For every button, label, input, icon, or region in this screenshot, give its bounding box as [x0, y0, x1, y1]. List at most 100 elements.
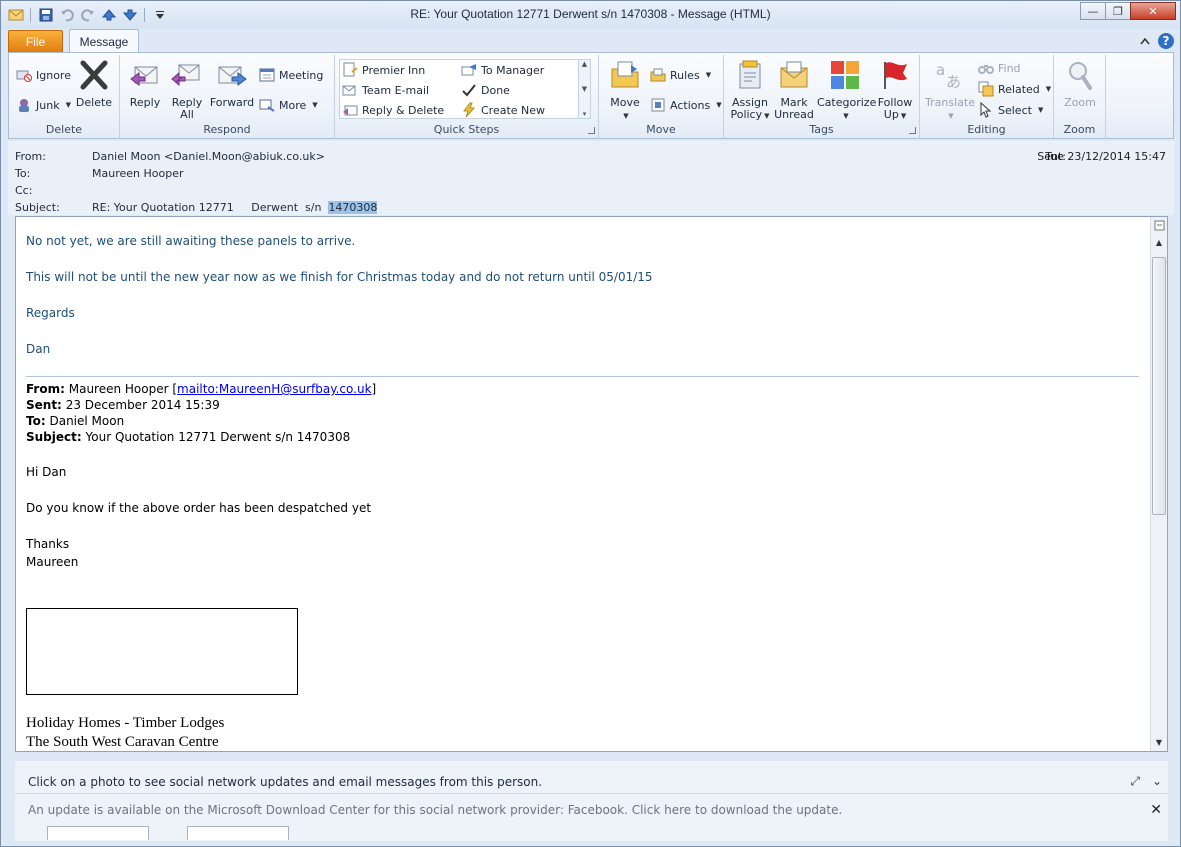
- scrollbar-split-icon[interactable]: [1151, 217, 1167, 234]
- subject-selected-text: 1470308: [328, 201, 378, 214]
- actions-dropdown-icon: ▼: [716, 101, 722, 109]
- reply-all-button[interactable]: Reply All: [168, 59, 206, 121]
- mark-unread-button[interactable]: Mark Unread: [774, 59, 814, 121]
- signature-company-line: The South West Caravan Centre: [26, 734, 219, 750]
- minimize-button[interactable]: —: [1080, 2, 1106, 20]
- people-pane-divider: [15, 793, 1168, 794]
- delete-x-icon: [80, 60, 108, 90]
- quick-steps-group-label: Quick Steps: [433, 123, 500, 136]
- quoted-mailto-link[interactable]: mailto:MaureenH@surfbay.co.uk: [177, 382, 371, 396]
- scrollbar-thumb[interactable]: [1152, 257, 1166, 515]
- quick-step-label: Premier Inn: [362, 63, 426, 77]
- find-label: Find: [998, 61, 1021, 75]
- tab-message[interactable]: Message: [69, 29, 139, 53]
- facebook-update-notice[interactable]: An update is available on the Microsoft …: [28, 803, 842, 817]
- team-email-icon: [342, 85, 356, 96]
- people-tab[interactable]: [47, 826, 149, 840]
- quick-step-premier-inn[interactable]: Premier Inn: [342, 61, 425, 79]
- quick-steps-launcher-icon[interactable]: [588, 127, 595, 134]
- quote-divider: [26, 376, 1139, 377]
- ignore-icon: [16, 70, 32, 82]
- tab-file[interactable]: File: [8, 30, 63, 53]
- zoom-button[interactable]: Zoom: [1058, 59, 1102, 109]
- quick-step-label: Create New: [481, 103, 546, 117]
- collapse-ribbon-icon[interactable]: [1140, 35, 1150, 48]
- rules-dropdown-icon: ▼: [705, 71, 712, 79]
- quick-step-reply-delete[interactable]: Reply & Delete: [342, 101, 444, 119]
- translate-dropdown-icon: ▼: [948, 112, 954, 120]
- expand-pane-icon[interactable]: ⤢: [1130, 774, 1140, 789]
- quoted-signoff: Thanks: [26, 537, 70, 551]
- quick-steps-scroller[interactable]: ▲ ▼ ▾: [578, 60, 590, 118]
- zoom-group: Zoom Zoom: [1054, 55, 1106, 138]
- select-dropdown-icon: ▼: [1037, 106, 1044, 114]
- assign-policy-button[interactable]: Assign Policy ▼: [730, 59, 770, 122]
- more-respond-button[interactable]: More ▼: [259, 96, 318, 114]
- quoted-subject: Subject: Your Quotation 12771 Derwent s/…: [26, 430, 350, 444]
- actions-button[interactable]: Actions ▼: [650, 96, 722, 114]
- reply-icon: [130, 66, 158, 86]
- vertical-scrollbar[interactable]: ▲ ▼: [1150, 217, 1167, 751]
- meeting-button[interactable]: Meeting: [259, 66, 323, 84]
- quick-step-done[interactable]: Done: [461, 81, 510, 99]
- scroll-up-icon[interactable]: ▲: [582, 60, 587, 68]
- quoted-from-close: ]: [371, 382, 377, 396]
- quick-step-team-email[interactable]: Team E-mail: [342, 81, 429, 99]
- subject-value[interactable]: RE: Your Quotation 12771 Derwent s/n 147…: [92, 201, 378, 214]
- tags-group-label: Tags: [809, 123, 834, 136]
- categorize-label: Categorize: [817, 96, 877, 109]
- ignore-button[interactable]: Ignore: [16, 66, 71, 84]
- follow-up-button[interactable]: Follow Up ▼: [876, 59, 914, 122]
- forward-button[interactable]: Forward: [208, 59, 256, 109]
- translate-button[interactable]: aあ Translate ▼: [923, 59, 977, 122]
- related-button[interactable]: Related ▼: [978, 80, 1051, 98]
- quick-step-label: Done: [481, 83, 510, 97]
- to-manager-icon: [461, 64, 476, 76]
- chevron-down-icon[interactable]: ⌄: [1152, 774, 1162, 789]
- quick-step-to-manager[interactable]: To Manager: [461, 61, 544, 79]
- assign-policy-icon: [739, 60, 761, 89]
- more-dropdown-icon: ▼: [312, 101, 318, 109]
- from-value[interactable]: Daniel Moon <Daniel.Moon@abiuk.co.uk>: [92, 150, 325, 163]
- select-button[interactable]: Select ▼: [978, 101, 1043, 119]
- move-group-label: Move: [646, 123, 676, 136]
- close-button[interactable]: ✕: [1130, 2, 1176, 20]
- assign-policy-label-2: Policy: [730, 108, 763, 121]
- window-title: RE: Your Quotation 12771 Derwent s/n 147…: [410, 7, 771, 21]
- rules-button[interactable]: Rules ▼: [650, 66, 711, 84]
- delete-group-label: Delete: [45, 123, 83, 136]
- to-value[interactable]: Maureen Hooper: [92, 167, 184, 180]
- to-label: To:: [15, 167, 31, 180]
- message-body[interactable]: No not yet, we are still awaiting these …: [15, 216, 1168, 752]
- title-bar: RE: Your Quotation 12771 Derwent s/n 147…: [1, 1, 1180, 29]
- window-controls: — ❐ ✕: [1080, 2, 1176, 20]
- expand-gallery-icon[interactable]: ▾: [583, 110, 587, 118]
- people-tab[interactable]: [187, 826, 289, 840]
- categorize-icon: [831, 61, 859, 89]
- translate-label: Translate: [925, 96, 975, 109]
- find-button[interactable]: Find: [978, 59, 1021, 77]
- actions-icon: [651, 98, 665, 112]
- reply-button[interactable]: Reply: [126, 59, 164, 109]
- quick-step-label: Reply & Delete: [362, 103, 445, 117]
- junk-button[interactable]: Junk ▼: [16, 96, 71, 114]
- scroll-down-arrow-icon[interactable]: ▼: [1151, 734, 1167, 751]
- mark-unread-label-2: Unread: [774, 108, 814, 121]
- junk-label: Junk: [36, 98, 60, 112]
- categorize-button[interactable]: Categorize ▼: [817, 59, 877, 122]
- move-button[interactable]: Move ▼: [607, 59, 643, 122]
- junk-icon: [19, 99, 29, 112]
- close-notice-icon[interactable]: ✕: [1150, 802, 1162, 818]
- ribbon: Ignore Junk ▼ Delete Delete Reply Reply A…: [8, 52, 1174, 139]
- scroll-down-icon[interactable]: ▼: [582, 85, 587, 93]
- scroll-up-arrow-icon[interactable]: ▲: [1151, 234, 1167, 251]
- editing-group: aあ Translate ▼ Find Related ▼ Select ▼ Edit…: [920, 55, 1054, 138]
- delete-button[interactable]: Delete: [75, 59, 113, 109]
- quoted-subject-label: Subject:: [26, 430, 82, 444]
- follow-up-dropdown-icon: ▼: [900, 112, 907, 120]
- maximize-button[interactable]: ❐: [1105, 2, 1131, 20]
- quick-step-create-new[interactable]: Create New: [461, 101, 545, 119]
- tags-launcher-icon[interactable]: [909, 127, 916, 134]
- help-icon[interactable]: ?: [1158, 33, 1174, 49]
- move-label: Move: [610, 96, 640, 109]
